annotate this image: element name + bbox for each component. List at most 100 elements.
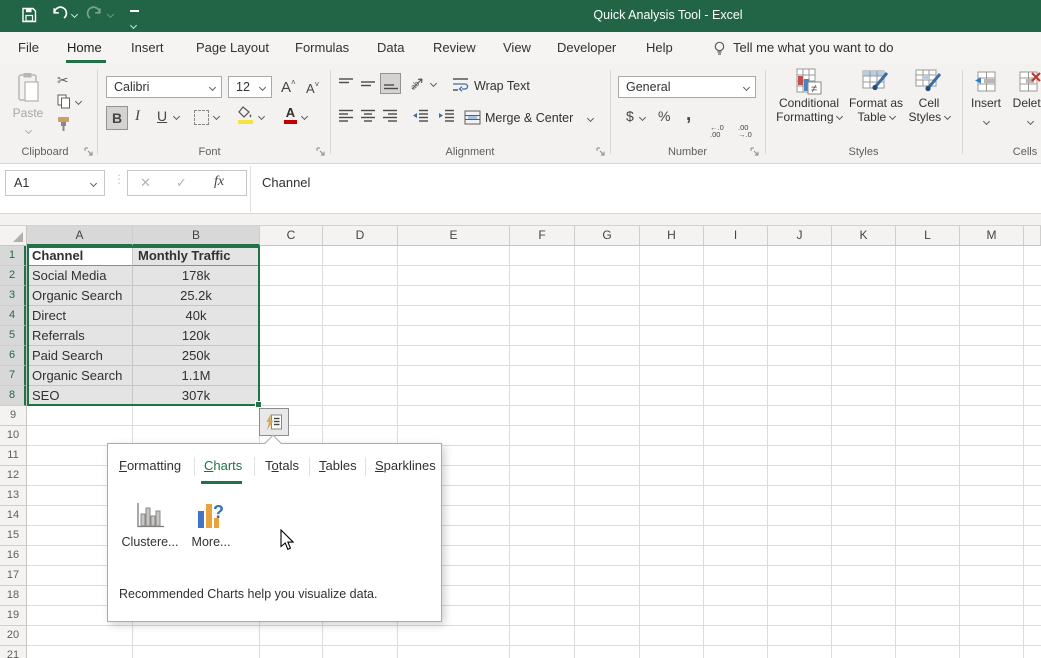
row-header-14[interactable]: 14 (0, 506, 26, 526)
menu-tab-data[interactable]: Data (377, 40, 404, 55)
quick-analysis-button[interactable] (259, 408, 289, 436)
column-header-C[interactable]: C (260, 226, 323, 245)
cell-B5[interactable]: 120k (133, 326, 260, 346)
cell-A5[interactable]: Referrals (27, 326, 133, 346)
column-header-H[interactable]: H (640, 226, 704, 245)
font-color-dropdown-icon[interactable] (301, 113, 308, 120)
cell-A7[interactable]: Organic Search (27, 366, 133, 386)
qa-tab-charts[interactable]: Charts (204, 458, 242, 473)
row-header-21[interactable]: 21 (0, 646, 26, 658)
undo-dropdown-icon[interactable] (71, 11, 78, 18)
menu-tab-page-layout[interactable]: Page Layout (196, 40, 269, 55)
cell-B2[interactable]: 178k (133, 266, 260, 286)
selection-fill-handle[interactable] (255, 401, 262, 408)
menu-tab-formulas[interactable]: Formulas (295, 40, 349, 55)
borders-button[interactable] (194, 110, 209, 125)
shrink-font-button[interactable]: A˅ (306, 80, 319, 96)
row-header-19[interactable]: 19 (0, 606, 26, 626)
cell-A2[interactable]: Social Media (27, 266, 133, 286)
orientation-button[interactable]: ab (410, 75, 427, 92)
row-header-16[interactable]: 16 (0, 546, 26, 566)
column-header-G[interactable]: G (575, 226, 640, 245)
undo-button[interactable] (50, 6, 72, 26)
column-header-L[interactable]: L (896, 226, 960, 245)
cell-B4[interactable]: 40k (133, 306, 260, 326)
wrap-text-button[interactable]: Wrap Text (474, 79, 530, 93)
menu-tab-view[interactable]: View (503, 40, 531, 55)
delete-cells-button[interactable]: Delete (1008, 68, 1041, 127)
format-as-table-button[interactable]: Format as Table (846, 68, 906, 124)
orientation-dropdown-icon[interactable] (430, 80, 437, 87)
font-dialog-launcher-icon[interactable] (316, 147, 326, 157)
redo-button[interactable] (86, 6, 108, 26)
cell-B1[interactable]: Monthly Traffic (133, 246, 260, 266)
number-dialog-launcher-icon[interactable] (750, 147, 760, 157)
select-all-corner[interactable] (0, 226, 27, 246)
column-header-A[interactable]: A (27, 226, 133, 246)
number-format-select[interactable]: General (618, 76, 756, 98)
name-box[interactable]: A1 (5, 170, 105, 196)
formula-bar-grip[interactable]: ⋮ (113, 172, 125, 186)
increase-indent-button[interactable] (438, 109, 455, 122)
row-header-8[interactable]: 8 (0, 386, 26, 406)
tell-me-box[interactable]: Tell me what you want to do (733, 40, 893, 55)
underline-dropdown-icon[interactable] (173, 113, 180, 120)
row-header-5[interactable]: 5 (0, 326, 26, 346)
row-header-20[interactable]: 20 (0, 626, 26, 646)
cancel-icon[interactable]: ✕ (140, 175, 151, 191)
middle-align-button[interactable] (360, 77, 376, 90)
row-header-9[interactable]: 9 (0, 406, 26, 426)
row-header-18[interactable]: 18 (0, 586, 26, 606)
row-header-10[interactable]: 10 (0, 426, 26, 446)
alignment-dialog-launcher-icon[interactable] (596, 147, 606, 157)
currency-button[interactable]: $ (626, 108, 634, 124)
column-header-B[interactable]: B (133, 226, 260, 246)
menu-tab-help[interactable]: Help (646, 40, 673, 55)
row-header-7[interactable]: 7 (0, 366, 26, 386)
cell-B8[interactable]: 307k (133, 386, 260, 406)
font-name-select[interactable]: Calibri (106, 76, 222, 98)
cell-A1[interactable]: Channel (27, 246, 133, 266)
qa-tab-totals[interactable]: Totals (265, 458, 299, 473)
qa-tab-formatting[interactable]: Formatting (119, 458, 181, 473)
bottom-align-button[interactable] (380, 73, 401, 94)
customize-quick-access-button[interactable] (128, 8, 150, 28)
fill-color-button[interactable] (238, 106, 254, 124)
merge-center-button[interactable]: Merge & Center (485, 111, 573, 125)
top-align-button[interactable] (338, 77, 354, 90)
qa-tab-tables[interactable]: Tables (319, 458, 357, 473)
cell-A6[interactable]: Paid Search (27, 346, 133, 366)
row-header-15[interactable]: 15 (0, 526, 26, 546)
comma-button[interactable]: , (686, 104, 691, 126)
align-left-button[interactable] (338, 109, 354, 122)
insert-function-button[interactable]: fx (214, 174, 224, 190)
fill-color-dropdown-icon[interactable] (258, 113, 265, 120)
bold-button[interactable]: B (106, 106, 128, 130)
cell-styles-button[interactable]: Cell Styles (903, 68, 955, 124)
menu-tab-file[interactable]: File (18, 40, 39, 55)
copy-button[interactable] (57, 94, 71, 109)
redo-dropdown-icon[interactable] (107, 11, 114, 18)
menu-tab-developer[interactable]: Developer (557, 40, 616, 55)
row-header-12[interactable]: 12 (0, 466, 26, 486)
column-header-E[interactable]: E (398, 226, 510, 245)
merge-center-dropdown-icon[interactable] (587, 115, 594, 122)
column-header-M[interactable]: M (960, 226, 1024, 245)
conditional-formatting-button[interactable]: ≠ Conditional Formatting (772, 68, 846, 124)
row-header-1[interactable]: 1 (0, 246, 26, 266)
cell-B6[interactable]: 250k (133, 346, 260, 366)
format-painter-button[interactable] (56, 116, 72, 132)
font-size-select[interactable]: 12 (228, 76, 272, 98)
align-center-button[interactable] (360, 109, 376, 122)
cell-B3[interactable]: 25.2k (133, 286, 260, 306)
decrease-indent-button[interactable] (412, 109, 429, 122)
column-header-K[interactable]: K (832, 226, 896, 245)
cell-A3[interactable]: Organic Search (27, 286, 133, 306)
column-header-F[interactable]: F (510, 226, 575, 245)
column-header-I[interactable]: I (704, 226, 768, 245)
underline-button[interactable]: U (157, 108, 167, 124)
menu-tab-home[interactable]: Home (67, 40, 102, 55)
currency-dropdown-icon[interactable] (639, 114, 646, 121)
cell-A8[interactable]: SEO (27, 386, 133, 406)
font-color-button[interactable]: A (284, 106, 297, 124)
